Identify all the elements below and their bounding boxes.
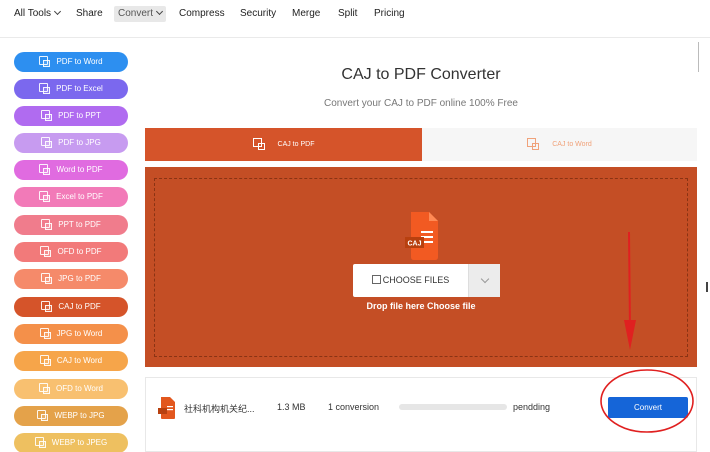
sidebar-item-label: Excel to PDF — [56, 192, 103, 201]
page-subtitle: Convert your CAJ to PDF online 100% Free — [324, 98, 518, 109]
sidebar-item-pdf-to-ppt[interactable]: PDF to PPT — [14, 106, 128, 126]
sidebar-item-label: WEBP to JPG — [54, 411, 105, 420]
sidebar-item-webp-to-jpg[interactable]: WEBP to JPG — [14, 406, 128, 426]
file-name: 社科机构机关纪... — [184, 404, 255, 414]
sidebar-item-excel-to-pdf[interactable]: Excel to PDF — [14, 187, 128, 207]
file-convert-icon — [39, 164, 51, 175]
sidebar-item-label: OFD to PDF — [57, 247, 102, 256]
tab-label: CAJ to PDF — [277, 141, 315, 148]
scroll-edge — [698, 42, 699, 72]
nav-compress[interactable]: Compress — [179, 6, 225, 22]
nav-label: Merge — [292, 8, 321, 19]
conversion-count: 1 conversion — [328, 402, 380, 412]
file-convert-icon — [527, 138, 540, 150]
file-convert-icon — [39, 191, 51, 202]
file-convert-icon — [34, 437, 46, 448]
file-badge-text: CAJ — [407, 241, 421, 248]
sidebar-item-ofd-to-pdf[interactable]: OFD to PDF — [14, 242, 128, 262]
tab-caj-to-word[interactable]: CAJ to Word — [422, 128, 697, 161]
page-title: CAJ to PDF Converter — [341, 66, 501, 83]
file-convert-icon — [40, 246, 52, 257]
sidebar-item-label: PDF to Excel — [56, 84, 103, 93]
sidebar-item-label: PPT to PDF — [58, 220, 101, 229]
sidebar-item-caj-to-pdf[interactable]: CAJ to PDF — [14, 297, 128, 317]
nav-split[interactable]: Split — [338, 6, 357, 22]
choose-files-group: CHOOSE FILES — [353, 264, 500, 297]
drop-hint: Drop file here Choose file — [366, 301, 476, 311]
upload-dropzone[interactable]: CAJ CHOOSE FILES Drop file here Choose f… — [145, 167, 697, 367]
caj-file-icon — [158, 397, 175, 419]
sidebar-item-label: Word to PDF — [56, 165, 103, 174]
sidebar-item-label: JPG to Word — [56, 329, 103, 338]
file-convert-icon — [41, 110, 53, 121]
nav-label: Pricing — [374, 8, 405, 19]
sidebar-item-jpg-to-pdf[interactable]: JPG to PDF — [14, 269, 128, 289]
nav-security[interactable]: Security — [240, 6, 276, 22]
caj-file-icon: CAJ — [405, 212, 438, 260]
sidebar-item-label: PDF to JPG — [58, 138, 101, 147]
file-convert-icon — [39, 83, 51, 94]
sidebar-item-label: OFD to Word — [56, 384, 103, 393]
converter-tabs: CAJ to PDF CAJ to Word — [145, 128, 697, 161]
file-size: 1.3 MB — [277, 402, 306, 412]
sidebar-item-label: CAJ to Word — [56, 356, 103, 365]
sidebar-item-label: CAJ to PDF — [58, 302, 101, 311]
sidebar-item-word-to-pdf[interactable]: Word to PDF — [14, 160, 128, 180]
nav-all-tools[interactable]: All Tools — [14, 6, 62, 22]
nav-merge[interactable]: Merge — [292, 6, 320, 22]
choose-files-label: CHOOSE FILES — [382, 275, 450, 285]
file-convert-icon — [37, 410, 49, 421]
sidebar-item-label: PDF to Word — [56, 57, 103, 66]
nav-label: Split — [338, 8, 358, 19]
nav-label: Security — [240, 8, 277, 19]
file-convert-icon — [252, 138, 265, 150]
tab-label: CAJ to Word — [552, 141, 592, 148]
chevron-down-icon — [155, 7, 164, 16]
convert-button[interactable]: Convert — [608, 397, 688, 418]
tab-caj-to-pdf[interactable]: CAJ to PDF — [145, 128, 422, 161]
file-add-icon — [371, 275, 381, 284]
sidebar-item-webp-to-jpeg[interactable]: WEBP to JPEG — [14, 433, 128, 452]
sidebar-item-ofd-to-word[interactable]: OFD to Word — [14, 379, 128, 399]
file-convert-icon — [41, 273, 53, 284]
file-convert-icon — [41, 137, 53, 148]
status-text: pendding — [513, 402, 551, 412]
nav-label: Share — [76, 8, 103, 19]
file-convert-icon — [41, 301, 53, 312]
sidebar-item-label: JPG to PDF — [58, 274, 101, 283]
nav-pricing[interactable]: Pricing — [374, 6, 405, 22]
sidebar-item-jpg-to-word[interactable]: JPG to Word — [14, 324, 128, 344]
sidebar-item-label: PDF to PPT — [58, 111, 101, 120]
chevron-down-icon — [480, 274, 490, 284]
nav-label: Compress — [179, 8, 225, 19]
file-row: 社科机构机关纪... 1.3 MB 1 conversion pendding … — [145, 377, 697, 452]
sidebar-item-label: WEBP to JPEG — [51, 438, 108, 447]
sidebar-item-ppt-to-pdf[interactable]: PPT to PDF — [14, 215, 128, 235]
file-convert-icon — [39, 328, 51, 339]
conversion-progress — [399, 404, 507, 410]
nav-share[interactable]: Share — [76, 6, 103, 22]
file-convert-icon — [39, 355, 51, 366]
nav-convert[interactable]: Convert — [114, 6, 167, 22]
nav-label: Convert — [118, 8, 154, 19]
sidebar-item-pdf-to-jpg[interactable]: PDF to JPG — [14, 133, 128, 153]
chevron-down-icon — [54, 7, 62, 16]
file-convert-icon — [41, 219, 53, 230]
choose-source-dropdown[interactable] — [468, 264, 500, 297]
sidebar-item-caj-to-word[interactable]: CAJ to Word — [14, 351, 128, 371]
file-convert-icon — [39, 383, 50, 394]
choose-files-button[interactable]: CHOOSE FILES — [353, 264, 468, 297]
top-nav: All Tools Share Convert Compress Securit… — [0, 0, 710, 38]
file-convert-icon — [39, 56, 51, 67]
clipped-element — [706, 282, 708, 292]
sidebar-item-pdf-to-word[interactable]: PDF to Word — [14, 52, 128, 72]
nav-label: All Tools — [14, 8, 52, 19]
sidebar-item-pdf-to-excel[interactable]: PDF to Excel — [14, 79, 128, 99]
